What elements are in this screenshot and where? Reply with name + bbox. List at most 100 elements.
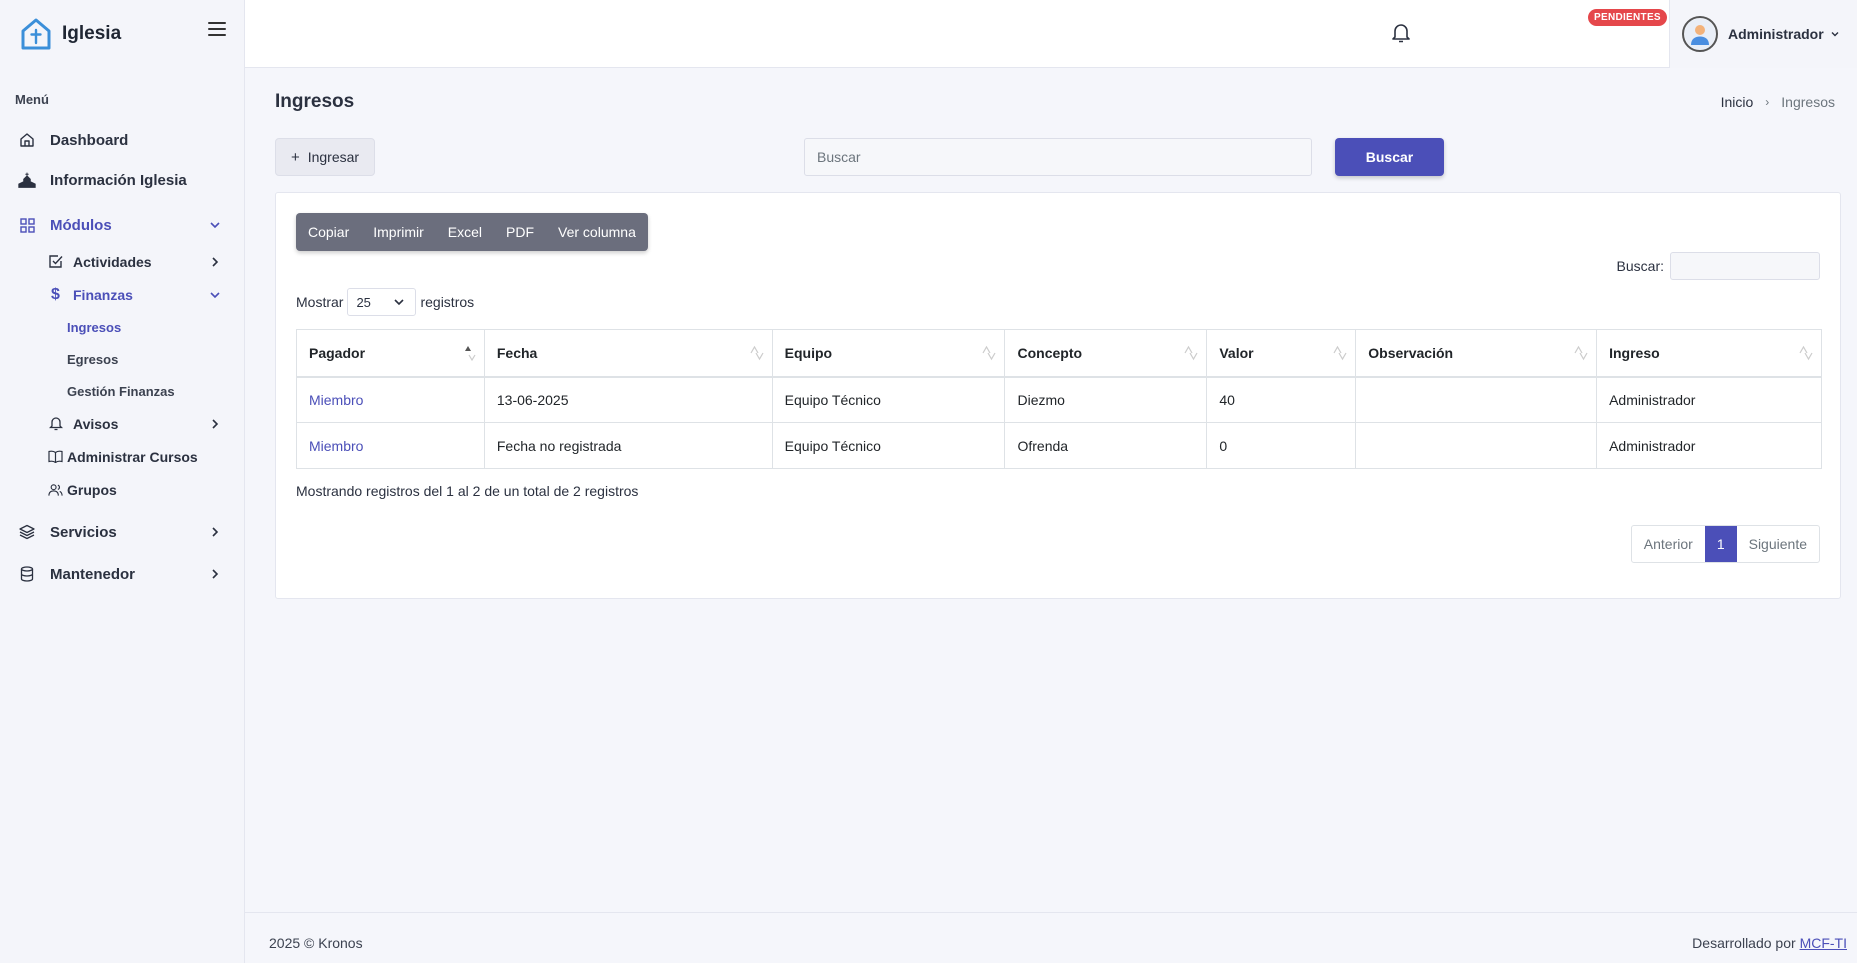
cell-fecha: 13-06-2025 — [483, 376, 773, 423]
plus-icon: + — [290, 148, 300, 166]
sort-icon — [1574, 345, 1588, 361]
cell-fecha: Fecha no registrada — [483, 422, 773, 469]
chevron-right-icon — [212, 527, 219, 537]
page-length-select[interactable]: 25 — [347, 288, 417, 316]
dollar-icon: $ — [51, 285, 60, 303]
cell-valor: 0 — [1206, 422, 1357, 469]
chevron-right-icon: › — [1765, 95, 1770, 109]
sort-icon — [750, 345, 764, 361]
sidebar-item-servicios[interactable]: Servicios — [0, 512, 244, 552]
table-row: Miembro 13-06-2025 Equipo Técnico Diezmo… — [296, 376, 1822, 423]
menu-toggle-icon[interactable] — [208, 22, 226, 38]
sidebar-item-mantenedor[interactable]: Mantenedor — [0, 554, 244, 594]
sidebar-item-finanzas[interactable]: $ Finanzas — [0, 278, 244, 311]
sort-icon — [1799, 345, 1813, 361]
chevron-down-icon — [394, 299, 405, 306]
pagador-link[interactable]: Miembro — [309, 438, 363, 454]
print-button[interactable]: Imprimir — [361, 213, 436, 251]
breadcrumb-home[interactable]: Inicio — [1721, 94, 1754, 110]
page-title: Ingresos — [275, 91, 355, 112]
pagination-previous[interactable]: Anterior — [1632, 526, 1705, 562]
column-header-pagador[interactable]: Pagador — [296, 329, 485, 378]
chevron-down-icon — [210, 222, 220, 229]
sidebar-item-label: Información Iglesia — [50, 171, 187, 189]
sidebar-item-avisos[interactable]: Avisos — [0, 407, 244, 440]
bell-icon — [48, 416, 63, 431]
search-button[interactable]: Buscar — [1335, 138, 1444, 176]
cell-equipo: Equipo Técnico — [771, 376, 1006, 423]
excel-button[interactable]: Excel — [436, 213, 494, 251]
sidebar-item-label: Administrar Cursos — [67, 448, 198, 465]
sort-icon — [1333, 345, 1347, 361]
sort-icon — [1184, 345, 1198, 361]
column-header-fecha[interactable]: Fecha — [483, 329, 773, 378]
length-prefix: Mostrar — [296, 294, 344, 310]
sidebar-item-grupos[interactable]: Grupos — [0, 473, 244, 506]
sidebar-item-dashboard[interactable]: Dashboard — [0, 120, 244, 160]
pending-badge[interactable]: PENDIENTES — [1588, 9, 1667, 26]
pagination-next[interactable]: Siguiente — [1737, 526, 1819, 562]
column-header-ingreso[interactable]: Ingreso — [1596, 329, 1822, 378]
table-search-label: Buscar: — [1616, 258, 1664, 274]
sidebar-item-label: Actividades — [73, 253, 152, 270]
table-header-row: Pagador Fecha Equipo Concepto Valor Obse… — [296, 329, 1822, 378]
notification-bell-icon[interactable] — [1390, 22, 1412, 44]
book-icon — [48, 449, 63, 464]
column-header-valor[interactable]: Valor — [1206, 329, 1357, 378]
cell-equipo: Equipo Técnico — [771, 422, 1006, 469]
sidebar-item-modulos[interactable]: Módulos — [0, 205, 244, 245]
brand[interactable]: Iglesia — [0, 0, 244, 68]
chevron-right-icon — [212, 419, 219, 429]
layers-icon — [18, 523, 36, 541]
cell-pagador: Miembro — [296, 422, 485, 469]
column-header-equipo[interactable]: Equipo — [771, 329, 1006, 378]
sidebar-item-label: Módulos — [50, 216, 112, 234]
sidebar-item-informacion[interactable]: Información Iglesia — [0, 160, 244, 200]
sidebar-item-actividades[interactable]: Actividades — [0, 245, 244, 278]
ingresos-card: Copiar Imprimir Excel PDF Ver columna Bu… — [275, 192, 1841, 599]
home-icon — [18, 131, 36, 149]
cell-valor: 40 — [1206, 376, 1357, 423]
main-content: Ingresos Inicio › Ingresos + Ingresar Bu… — [245, 69, 1857, 913]
add-ingreso-button[interactable]: + Ingresar — [275, 138, 375, 176]
pagador-link[interactable]: Miembro — [309, 392, 363, 408]
cell-ingreso: Administrador — [1596, 376, 1822, 423]
sidebar-item-label: Grupos — [67, 481, 117, 498]
menu-title: Menú — [15, 92, 49, 107]
pagination-page-1[interactable]: 1 — [1704, 526, 1737, 562]
sidebar-item-administrar-cursos[interactable]: Administrar Cursos — [0, 440, 244, 473]
column-header-observacion[interactable]: Observación — [1355, 329, 1598, 378]
users-icon — [48, 482, 63, 497]
add-button-label: Ingresar — [307, 149, 360, 165]
table-search-input[interactable] — [1670, 252, 1820, 280]
chevron-down-icon — [210, 292, 220, 299]
column-visibility-button[interactable]: Ver columna — [546, 213, 648, 251]
avatar — [1682, 16, 1718, 52]
sidebar-item-label: Servicios — [50, 523, 117, 541]
column-header-concepto[interactable]: Concepto — [1004, 329, 1208, 378]
user-name: Administrador — [1728, 26, 1824, 42]
breadcrumb: Inicio › Ingresos — [1721, 94, 1835, 110]
footer-credits-prefix: Desarrollado por — [1692, 935, 1796, 951]
footer-developer-link[interactable]: MCF-TI — [1800, 935, 1847, 951]
search-input[interactable] — [804, 138, 1312, 176]
copy-button[interactable]: Copiar — [296, 213, 361, 251]
export-buttons: Copiar Imprimir Excel PDF Ver columna — [296, 213, 648, 251]
church-building-icon — [18, 171, 36, 189]
chevron-right-icon — [212, 257, 219, 267]
sidebar-item-ingresos[interactable]: Ingresos — [0, 311, 244, 343]
breadcrumb-current: Ingresos — [1781, 94, 1835, 110]
sidebar-item-egresos[interactable]: Egresos — [0, 343, 244, 375]
sidebar-item-gestion-finanzas[interactable]: Gestión Finanzas — [0, 375, 244, 407]
cell-concepto: Ofrenda — [1004, 422, 1208, 469]
church-logo-icon — [20, 17, 52, 51]
footer-credits: Desarrollado por MCF-TI — [1692, 935, 1847, 951]
topbar: PENDIENTES Administrador — [245, 0, 1857, 68]
sort-asc-icon — [464, 346, 476, 362]
pdf-button[interactable]: PDF — [494, 213, 546, 251]
user-menu[interactable]: Administrador — [1669, 0, 1857, 68]
sidebar: Iglesia Menú Dashboard Información Igles… — [0, 0, 245, 963]
pagination: Anterior 1 Siguiente — [1630, 525, 1820, 563]
database-icon — [18, 565, 36, 583]
sidebar-item-label: Dashboard — [50, 131, 129, 149]
